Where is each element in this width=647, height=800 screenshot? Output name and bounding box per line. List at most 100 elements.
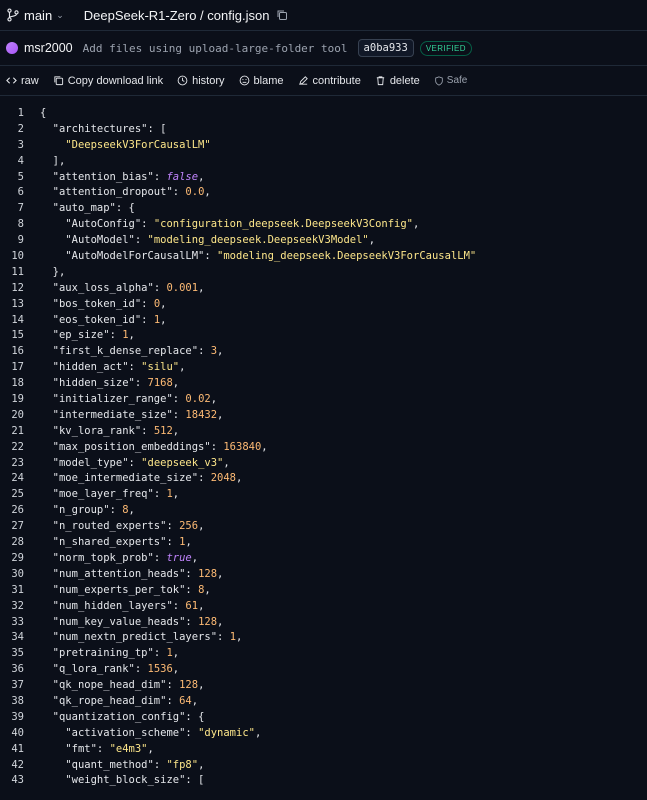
code-token: : (109, 329, 123, 342)
code-token: : (153, 170, 167, 183)
copy-icon[interactable] (276, 9, 288, 21)
line-number[interactable]: 32 (0, 599, 24, 615)
line-number[interactable]: 20 (0, 408, 24, 424)
line-number[interactable]: 6 (0, 185, 24, 201)
line-number[interactable]: 2 (0, 122, 24, 138)
code-line: 4 ], (0, 154, 647, 170)
code-text: "AutoModel": "modeling_deepseek.Deepseek… (40, 233, 375, 249)
code-token: : (210, 440, 224, 453)
code-token: "first_k_dense_replace" (52, 345, 199, 358)
line-number[interactable]: 15 (0, 328, 24, 344)
shield-icon (435, 75, 443, 86)
line-number[interactable]: 28 (0, 535, 24, 551)
line-number[interactable]: 9 (0, 233, 24, 249)
line-number[interactable]: 27 (0, 519, 24, 535)
delete-button[interactable]: delete (375, 75, 420, 87)
line-number[interactable]: 23 (0, 456, 24, 472)
code-token: : (204, 250, 218, 263)
delete-label: delete (389, 74, 420, 87)
line-number[interactable]: 31 (0, 583, 24, 599)
code-line: 42 "quant_method": "fp8", (0, 758, 647, 774)
history-button[interactable]: history (177, 75, 225, 87)
line-number[interactable]: 24 (0, 471, 24, 487)
code-text: "attention_dropout": 0.0, (40, 185, 211, 201)
line-number[interactable]: 5 (0, 170, 24, 186)
commit-message[interactable]: Add files using upload-large-folder tool (83, 42, 348, 55)
code-text: "num_attention_heads": 128, (40, 567, 224, 583)
line-number[interactable]: 10 (0, 249, 24, 265)
line-number[interactable]: 38 (0, 694, 24, 710)
branch-selector[interactable]: main ⌄ (6, 8, 64, 23)
code-line: 37 "qk_nope_head_dim": 128, (0, 678, 647, 694)
line-number[interactable]: 40 (0, 726, 24, 742)
code-token: "quantization_config" (52, 710, 186, 723)
line-number[interactable]: 4 (0, 154, 24, 170)
line-number[interactable]: 8 (0, 217, 24, 233)
line-number[interactable]: 29 (0, 551, 24, 567)
commit-author[interactable]: msr2000 (24, 41, 73, 55)
code-line: 38 "qk_rope_head_dim": 64, (0, 694, 647, 710)
code-token: : (128, 361, 142, 374)
code-token: : (134, 377, 148, 390)
line-number[interactable]: 14 (0, 313, 24, 329)
code-token: : (153, 551, 167, 564)
line-number[interactable]: 3 (0, 138, 24, 154)
line-number[interactable]: 21 (0, 424, 24, 440)
line-number[interactable]: 41 (0, 742, 24, 758)
line-number[interactable]: 30 (0, 567, 24, 583)
blame-button[interactable]: blame (239, 75, 284, 87)
line-number[interactable]: 25 (0, 487, 24, 503)
line-number[interactable]: 12 (0, 281, 24, 297)
line-number[interactable]: 1 (0, 106, 24, 122)
contribute-button[interactable]: contribute (298, 75, 361, 87)
line-number[interactable]: 22 (0, 440, 24, 456)
line-number[interactable]: 34 (0, 630, 24, 646)
file-path-text: DeepSeek-R1-Zero / config.json (83, 7, 270, 23)
code-token: , (204, 583, 211, 596)
line-number[interactable]: 16 (0, 344, 24, 360)
line-number[interactable]: 17 (0, 360, 24, 376)
code-token: "bos_token_id" (52, 297, 142, 310)
code-token: , (198, 679, 205, 692)
line-number[interactable]: 33 (0, 615, 24, 631)
code-token: 1536 (147, 663, 173, 676)
line-number[interactable]: 35 (0, 646, 24, 662)
line-number[interactable]: 39 (0, 710, 24, 726)
chevron-down-icon: ⌄ (56, 9, 64, 20)
raw-button[interactable]: raw (6, 75, 39, 87)
line-number[interactable]: 11 (0, 265, 24, 281)
code-token: "pretraining_tp" (52, 647, 154, 660)
line-number[interactable]: 37 (0, 678, 24, 694)
code-text: "num_nextn_predict_layers": 1, (40, 630, 243, 646)
code-token: : (198, 472, 211, 485)
code-token: "num_hidden_layers" (52, 599, 173, 612)
line-number[interactable]: 26 (0, 503, 24, 519)
avatar[interactable] (6, 42, 18, 54)
line-number[interactable]: 42 (0, 758, 24, 774)
code-line: 39 "quantization_config": { (0, 710, 647, 726)
line-number[interactable]: 13 (0, 297, 24, 313)
code-text: "weight_block_size": [ (40, 773, 204, 789)
copy-download-link-button[interactable]: Copy download link (53, 75, 163, 87)
line-number[interactable]: 18 (0, 376, 24, 392)
line-number[interactable]: 19 (0, 392, 24, 408)
safe-badge: Safe (434, 75, 467, 86)
code-token: "attention_dropout" (52, 186, 173, 199)
code-line: 15 "ep_size": 1, (0, 328, 647, 344)
commit-hash[interactable]: a0ba933 (357, 39, 414, 57)
line-number[interactable]: 43 (0, 773, 24, 789)
code-token: "deepseek_v3" (141, 456, 224, 469)
code-text: "num_key_value_heads": 128, (40, 615, 224, 631)
line-number[interactable]: 36 (0, 662, 24, 678)
line-number[interactable]: 7 (0, 201, 24, 217)
code-text: "moe_layer_freq": 1, (40, 487, 179, 503)
